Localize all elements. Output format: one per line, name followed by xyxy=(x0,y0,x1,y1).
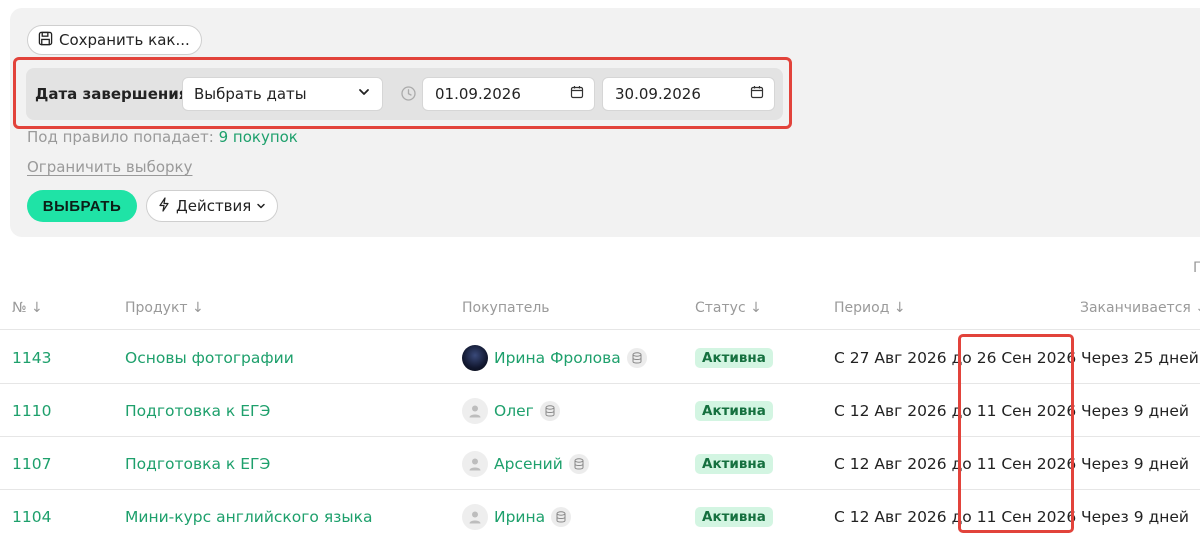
column-header-number[interactable]: № ↓ xyxy=(12,300,43,316)
table-row: 1110 Подготовка к ЕГЭ Олег Активна С 12 … xyxy=(0,384,1200,437)
date-range-select-value: Выбрать даты xyxy=(194,85,307,103)
save-as-label: Сохранить как... xyxy=(59,31,190,49)
column-header-status[interactable]: Статус ↓ xyxy=(695,300,762,316)
buyer-link[interactable]: Ирина xyxy=(494,508,545,526)
actions-dropdown-button[interactable]: Действия xyxy=(146,190,279,222)
filter-rule-row: Дата завершения Выбрать даты 01.09.2026 … xyxy=(26,68,783,120)
date-to-field[interactable]: 30.09.2026 xyxy=(602,77,775,111)
product-link[interactable]: Основы фотографии xyxy=(125,331,294,384)
table-row: 1143 Основы фотографии Ирина Фролова Акт… xyxy=(0,331,1200,384)
column-header-product[interactable]: Продукт ↓ xyxy=(125,300,204,316)
avatar xyxy=(462,344,488,371)
lightning-icon xyxy=(157,196,171,216)
product-link[interactable]: Подготовка к ЕГЭ xyxy=(125,437,270,490)
buyer-cell: Ирина xyxy=(462,490,572,536)
column-header-ends[interactable]: Заканчивается ↓ xyxy=(1080,300,1200,316)
column-header-buyer: Покупатель xyxy=(462,300,550,316)
period-cell: С 12 Авг 2026 до 11 Сен 2026 xyxy=(834,507,1077,526)
date-from-value: 01.09.2026 xyxy=(435,85,521,103)
period-cell: С 12 Авг 2026 до 11 Сен 2026 xyxy=(834,454,1077,473)
truncated-label: П xyxy=(1193,260,1200,276)
calendar-icon[interactable] xyxy=(570,85,584,103)
purchase-number-link[interactable]: 1110 xyxy=(12,384,51,437)
buyer-cell: Ирина Фролова xyxy=(462,331,647,384)
calendar-icon[interactable] xyxy=(750,85,764,103)
floppy-disk-icon xyxy=(38,31,53,50)
buyer-cell: Арсений xyxy=(462,437,589,490)
chevron-down-icon xyxy=(357,85,371,103)
date-from-field[interactable]: 01.09.2026 xyxy=(422,77,595,111)
purchase-number-link[interactable]: 1143 xyxy=(12,331,51,384)
status-badge: Активна xyxy=(695,453,773,474)
table-row: 1104 Мини-курс английского языка Ирина А… xyxy=(0,490,1200,536)
status-cell: Активна xyxy=(695,490,773,536)
status-cell: Активна xyxy=(695,437,773,490)
matches-count-link[interactable]: 9 покупок xyxy=(219,128,298,146)
status-badge: Активна xyxy=(695,347,773,368)
user-icon xyxy=(462,503,488,530)
period-cell: С 27 Авг 2026 до 26 Сен 2026 xyxy=(834,348,1077,367)
ends-cell: Через 9 дней xyxy=(1081,454,1189,473)
database-icon[interactable] xyxy=(551,506,572,527)
date-range-select[interactable]: Выбрать даты xyxy=(182,77,383,111)
database-icon[interactable] xyxy=(539,400,560,421)
status-badge: Активна xyxy=(695,506,773,527)
matches-summary: Под правило попадает: 9 покупок xyxy=(27,128,298,146)
limit-selection-link[interactable]: Ограничить выборку xyxy=(27,158,192,176)
matches-prefix: Под правило попадает: xyxy=(27,128,214,146)
clock-icon xyxy=(400,85,417,102)
status-cell: Активна xyxy=(695,331,773,384)
save-as-button[interactable]: Сохранить как... xyxy=(27,25,202,55)
database-icon[interactable] xyxy=(626,347,647,368)
filter-panel: Сохранить как... Дата завершения Выбрать… xyxy=(10,8,1200,237)
status-badge: Активна xyxy=(695,400,773,421)
ends-cell: Через 25 дней xyxy=(1081,348,1199,367)
actions-label: Действия xyxy=(176,197,252,215)
status-cell: Активна xyxy=(695,384,773,437)
ends-cell: Через 9 дней xyxy=(1081,401,1189,420)
product-link[interactable]: Подготовка к ЕГЭ xyxy=(125,384,270,437)
table-header: № ↓ Продукт ↓ Покупатель Статус ↓ Период… xyxy=(0,296,1200,330)
buyer-link[interactable]: Арсений xyxy=(494,455,563,473)
user-icon xyxy=(462,397,488,424)
period-cell: С 12 Авг 2026 до 11 Сен 2026 xyxy=(834,401,1077,420)
purchase-number-link[interactable]: 1107 xyxy=(12,437,51,490)
database-icon[interactable] xyxy=(568,453,589,474)
rule-field-label: Дата завершения xyxy=(35,85,189,103)
user-icon xyxy=(462,450,488,477)
date-to-value: 30.09.2026 xyxy=(615,85,701,103)
buyer-link[interactable]: Олег xyxy=(494,402,534,420)
product-link[interactable]: Мини-курс английского языка xyxy=(125,490,373,536)
chevron-down-icon xyxy=(256,197,266,215)
purchase-number-link[interactable]: 1104 xyxy=(12,490,51,536)
table-row: 1107 Подготовка к ЕГЭ Арсений Активна С … xyxy=(0,437,1200,490)
ends-cell: Через 9 дней xyxy=(1081,507,1189,526)
column-header-period[interactable]: Период ↓ xyxy=(834,300,906,316)
select-button[interactable]: ВЫБРАТЬ xyxy=(27,190,137,222)
buyer-cell: Олег xyxy=(462,384,560,437)
buyer-link[interactable]: Ирина Фролова xyxy=(494,349,621,367)
